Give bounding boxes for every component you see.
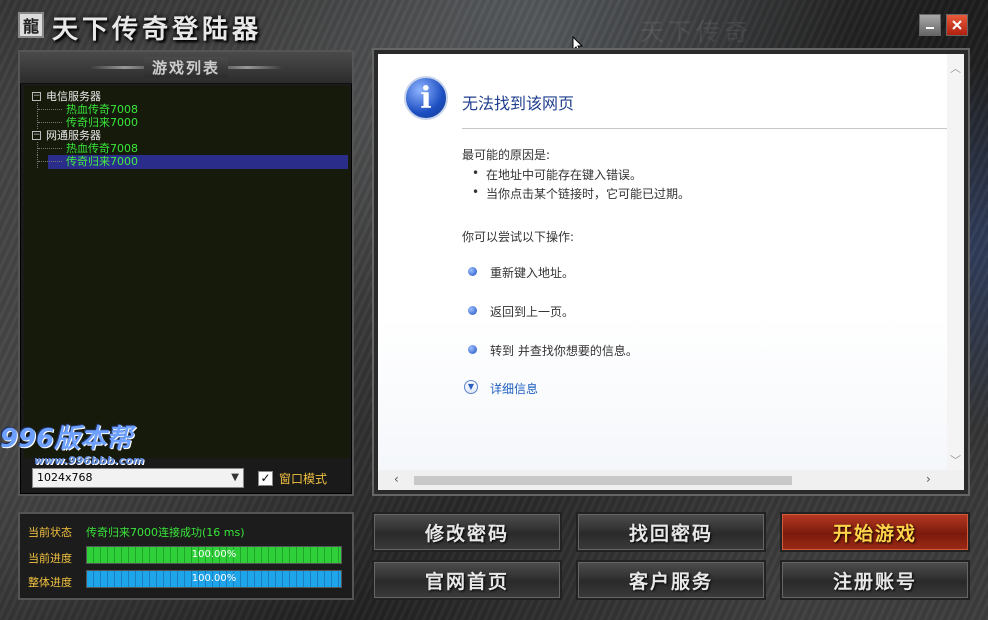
tree-connector xyxy=(37,155,63,168)
watermark-title: 天下传奇 xyxy=(640,18,752,46)
tree-item-label: 传奇归来7000 xyxy=(66,116,138,129)
action-item: 返回到上一页。 xyxy=(490,305,575,319)
overall-progress-bar: 100.00% xyxy=(86,570,342,588)
scroll-up-icon[interactable]: ︿ xyxy=(950,60,961,76)
tree-connector xyxy=(37,103,63,116)
bullet-icon xyxy=(468,306,477,315)
tree-group-telecom[interactable]: − 电信服务器 xyxy=(24,90,350,103)
action-item: 转到 并查找你想要的信息。 xyxy=(490,344,638,358)
resolution-value: 1024x768 xyxy=(37,471,93,484)
current-progress-label: 当前进度 xyxy=(28,552,72,565)
scroll-left-icon[interactable]: ‹ xyxy=(394,472,399,486)
minimize-button[interactable] xyxy=(919,14,941,36)
collapse-icon[interactable]: − xyxy=(32,92,41,101)
resolution-select[interactable]: 1024x768 ▼ xyxy=(32,468,244,488)
overall-progress-label: 整体进度 xyxy=(28,576,72,589)
server-tree: − 电信服务器 热血传奇7008 传奇归来7000 − 网通服务器 热血传奇70… xyxy=(24,86,350,458)
chevron-down-icon[interactable]: ▼ xyxy=(231,469,239,487)
overall-progress-text: 100.00% xyxy=(191,573,237,584)
tree-connector xyxy=(37,142,63,155)
start-game-button[interactable]: 开始游戏 xyxy=(780,512,970,552)
change-password-button[interactable]: 修改密码 xyxy=(372,512,562,552)
tree-group-netcom[interactable]: − 网通服务器 xyxy=(24,129,350,142)
try-heading: 你可以尝试以下操作: xyxy=(462,230,575,244)
minimize-icon xyxy=(926,27,934,29)
window-mode-toggle[interactable]: ✓ 窗口模式 xyxy=(258,468,327,488)
status-panel: 当前状态 传奇归来7000连接成功(16 ms) 当前进度 100.00% 整体… xyxy=(18,512,354,600)
scroll-thumb[interactable] xyxy=(414,476,792,485)
watermark-brand: 996版本帮 xyxy=(0,424,133,454)
customer-service-button[interactable]: 客户服务 xyxy=(576,560,766,600)
bullet-icon xyxy=(468,267,477,276)
window-mode-label: 窗口模式 xyxy=(279,471,328,486)
details-link[interactable]: 详细信息 xyxy=(490,380,538,397)
news-panel: i 无法找到该网页 最可能的原因是: 在地址中可能存在键入错误。 当你点击某个链… xyxy=(372,48,970,496)
title-bar[interactable]: 龍 天下传奇登陆器 天下传奇 xyxy=(0,0,988,54)
tree-item[interactable]: 热血传奇7008 xyxy=(24,103,350,116)
tree-item[interactable]: 传奇归来7000 xyxy=(24,116,350,129)
tree-connector xyxy=(37,116,63,129)
current-progress-bar: 100.00% xyxy=(86,546,342,564)
current-status-label: 当前状态 xyxy=(28,526,72,539)
app-title: 天下传奇登陆器 xyxy=(52,15,263,45)
error-page-title: 无法找到该网页 xyxy=(462,94,575,113)
register-account-button[interactable]: 注册账号 xyxy=(780,560,970,600)
recover-password-button[interactable]: 找回密码 xyxy=(576,512,766,552)
vertical-scrollbar[interactable]: ︿ ﹀ xyxy=(947,54,964,470)
scroll-right-icon[interactable]: › xyxy=(926,472,931,486)
launcher-window: 龍 天下传奇登陆器 天下传奇 游戏列表 − 电信服务器 热血传奇7008 传奇归… xyxy=(0,0,988,620)
game-list-header: 游戏列表 xyxy=(20,52,352,84)
close-button[interactable] xyxy=(946,14,968,36)
scroll-down-icon[interactable]: ﹀ xyxy=(950,452,961,468)
site-watermark: 996版本帮 www.996bbb.com xyxy=(0,418,144,467)
horizontal-scrollbar[interactable]: ‹ › xyxy=(378,470,964,490)
game-list-title: 游戏列表 xyxy=(143,57,228,78)
window-mode-checkbox[interactable]: ✓ xyxy=(258,470,273,486)
info-icon: i xyxy=(404,76,448,120)
current-status-text: 传奇归来7000连接成功(16 ms) xyxy=(86,526,245,539)
bullet-icon xyxy=(468,345,477,354)
tree-item-selected[interactable]: 传奇归来7000 xyxy=(24,155,350,169)
embedded-browser[interactable]: i 无法找到该网页 最可能的原因是: 在地址中可能存在键入错误。 当你点击某个链… xyxy=(378,54,964,490)
official-site-button[interactable]: 官网首页 xyxy=(372,560,562,600)
watermark-url: www.996bbb.com xyxy=(34,454,145,467)
tree-group-label: 电信服务器 xyxy=(46,90,101,103)
collapse-icon[interactable]: − xyxy=(32,131,41,140)
app-logo-icon: 龍 xyxy=(18,12,44,38)
reason-item: 当你点击某个链接时，它可能已过期。 xyxy=(472,185,690,202)
tree-group-label: 网通服务器 xyxy=(46,129,101,142)
reason-item: 在地址中可能存在键入错误。 xyxy=(472,166,642,183)
divider xyxy=(462,128,948,129)
expand-circle-icon[interactable]: ▼ xyxy=(464,380,478,394)
tree-item[interactable]: 热血传奇7008 xyxy=(24,142,350,155)
tree-item-label: 热血传奇7008 xyxy=(66,103,138,116)
action-item: 重新键入地址。 xyxy=(490,266,575,280)
close-icon xyxy=(952,20,962,30)
tree-item-label: 热血传奇7008 xyxy=(66,142,138,155)
reason-heading: 最可能的原因是: xyxy=(462,148,551,162)
current-progress-text: 100.00% xyxy=(191,549,237,560)
tree-item-label: 传奇归来7000 xyxy=(66,155,138,168)
